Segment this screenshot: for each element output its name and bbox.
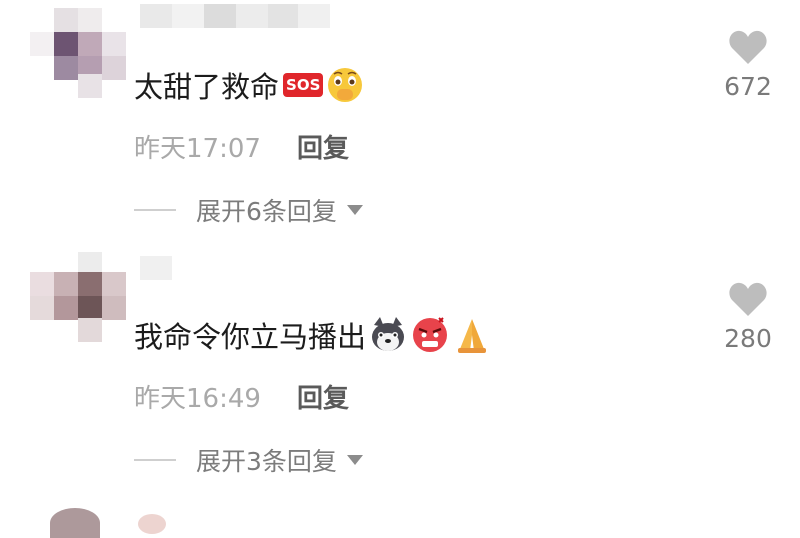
comment-text: 我命令你立马播出 bbox=[134, 314, 492, 356]
like-count: 280 bbox=[724, 324, 772, 353]
heart-icon bbox=[729, 30, 767, 64]
avatar[interactable] bbox=[50, 508, 100, 538]
like-button[interactable]: 672 bbox=[716, 28, 780, 101]
username[interactable] bbox=[140, 256, 180, 284]
comment-text: 太甜了救命 SOS bbox=[134, 64, 365, 106]
reply-button[interactable]: 回复 bbox=[297, 128, 349, 165]
comment-text-body: 太甜了救命 bbox=[134, 70, 280, 104]
username[interactable] bbox=[140, 4, 330, 32]
timestamp: 昨天16:49 bbox=[134, 384, 261, 414]
avatar[interactable] bbox=[30, 8, 130, 98]
caret-down-icon bbox=[346, 205, 363, 215]
angry-face-emoji bbox=[413, 317, 448, 352]
caret-down-icon bbox=[346, 455, 363, 465]
username[interactable] bbox=[138, 514, 166, 534]
like-count: 672 bbox=[724, 72, 772, 101]
comment-item: 太甜了救命 SOS 昨天17:07 回复 展开6条回复 672 bbox=[0, 0, 800, 250]
comment-text-body: 我命令你立马播出 bbox=[134, 320, 367, 354]
heart-icon bbox=[729, 282, 767, 316]
expand-replies-button[interactable]: 展开6条回复 bbox=[134, 192, 363, 228]
comment-meta: 昨天17:07 回复 bbox=[134, 128, 349, 165]
hand-over-mouth-emoji bbox=[328, 68, 363, 102]
sos-badge: SOS bbox=[283, 73, 324, 97]
divider bbox=[134, 459, 176, 461]
comment-meta: 昨天16:49 回复 bbox=[134, 378, 349, 415]
folded-hands-emoji bbox=[458, 319, 487, 353]
expand-replies-label: 展开6条回复 bbox=[196, 197, 337, 226]
like-button[interactable]: 280 bbox=[716, 280, 780, 353]
expand-replies-label: 展开3条回复 bbox=[196, 447, 337, 476]
reply-button[interactable]: 回复 bbox=[297, 378, 349, 415]
expand-replies-button[interactable]: 展开3条回复 bbox=[134, 442, 363, 478]
timestamp: 昨天17:07 bbox=[134, 134, 261, 164]
avatar[interactable] bbox=[30, 252, 130, 342]
divider bbox=[134, 209, 176, 211]
comment-item: 我命令你立马播出 昨天16:49 回复 展开3条回复 280 bbox=[0, 250, 800, 500]
husky-dog-emoji bbox=[372, 317, 405, 351]
